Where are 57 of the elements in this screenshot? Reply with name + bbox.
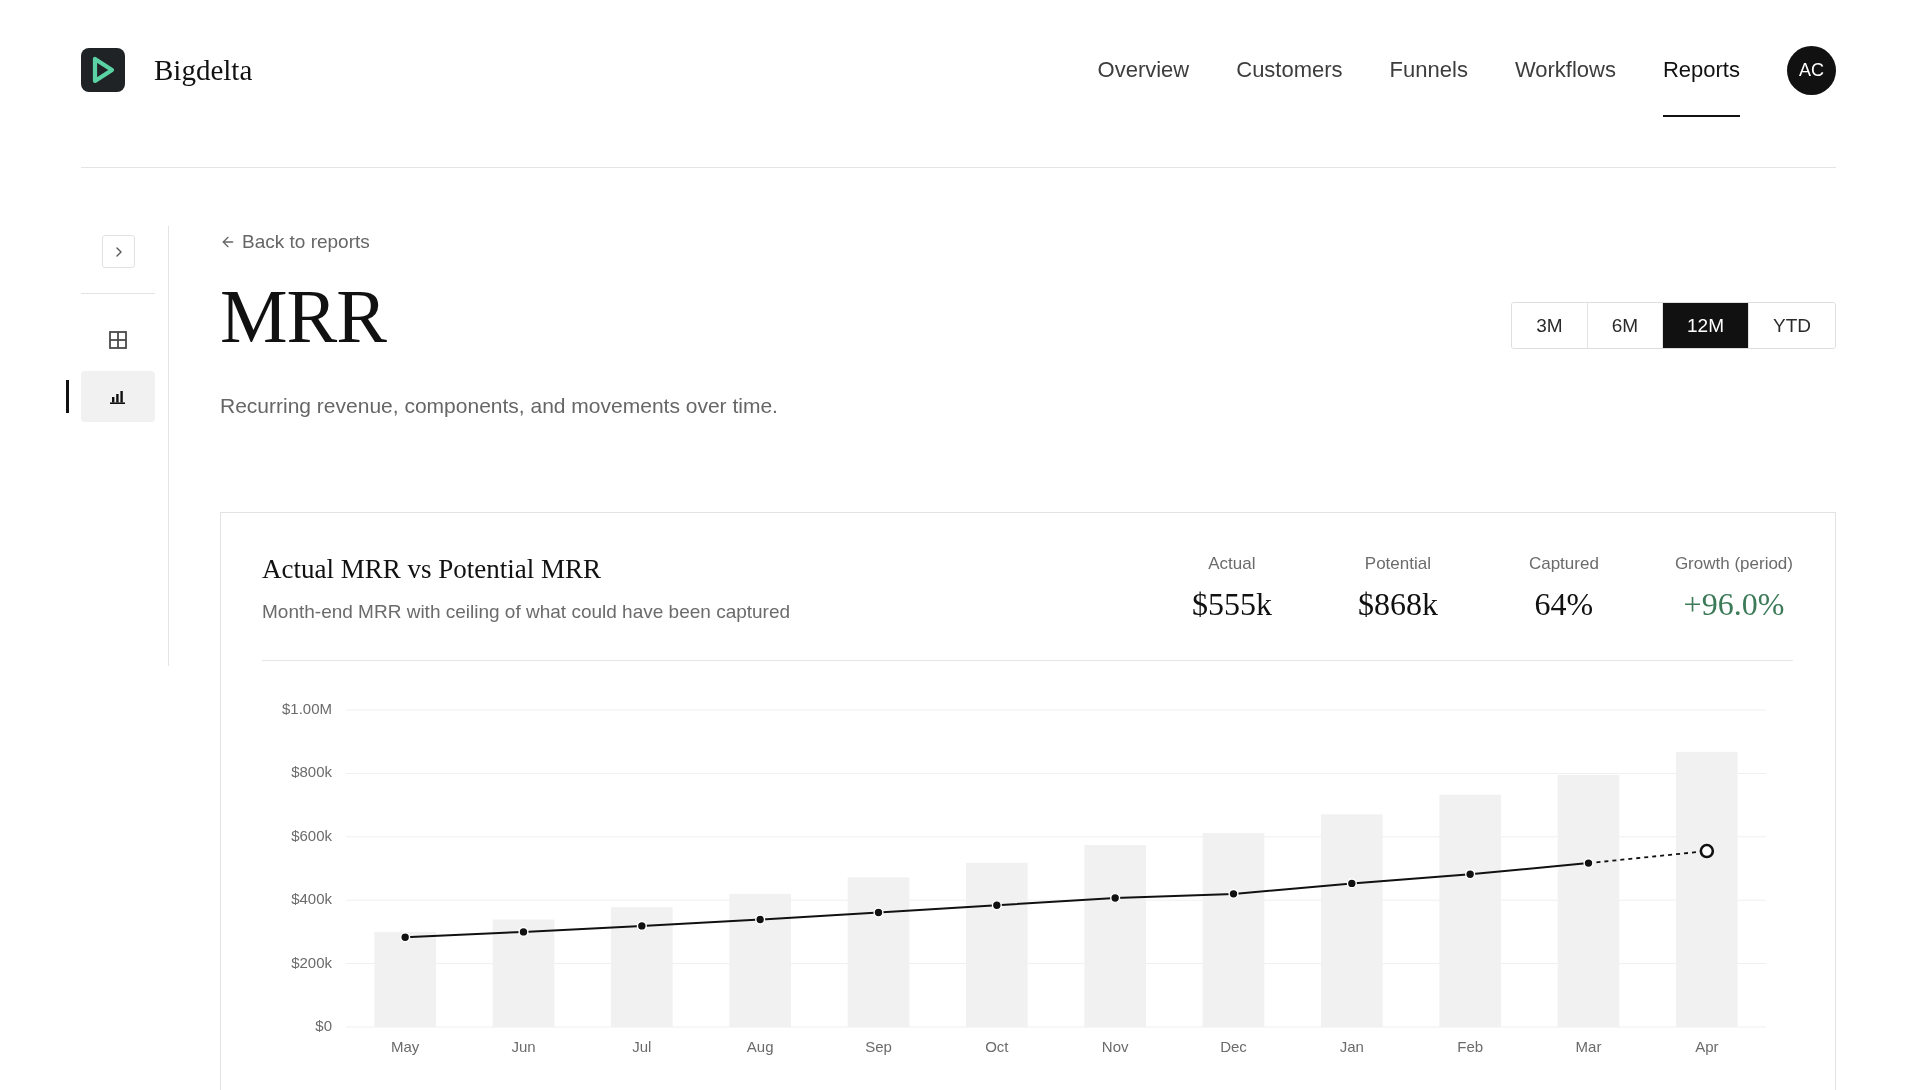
stat-label: Captured bbox=[1528, 553, 1599, 575]
brand-name: Bigdelta bbox=[154, 53, 253, 88]
y-axis-label: $1.00M bbox=[281, 699, 332, 717]
stat-value: +96.0% bbox=[1683, 586, 1785, 622]
chart-point bbox=[400, 932, 411, 943]
y-axis-label: $0 bbox=[315, 1016, 332, 1034]
card-subtitle: Month-end MRR with ceiling of what could have been captured bbox=[262, 600, 791, 624]
chart-point bbox=[991, 900, 1002, 911]
chart-point bbox=[518, 926, 529, 937]
chart-point bbox=[1465, 869, 1476, 880]
stat-label: Actual bbox=[1208, 553, 1256, 575]
chart-point bbox=[1583, 858, 1594, 869]
x-axis-label: Nov bbox=[1101, 1037, 1129, 1055]
x-axis-label: Oct bbox=[985, 1037, 1009, 1055]
sidebar-item[interactable] bbox=[80, 371, 155, 422]
range-button[interactable]: YTD bbox=[1748, 303, 1835, 348]
y-axis-label: $400k bbox=[291, 890, 332, 908]
nav-tab[interactable]: Customers bbox=[1236, 46, 1343, 117]
x-axis-label: Jan bbox=[1339, 1037, 1364, 1055]
x-axis-label: Apr bbox=[1695, 1037, 1719, 1055]
hollow-point bbox=[1699, 843, 1715, 859]
grid-icon bbox=[109, 330, 127, 349]
page-subtitle: Recurring revenue, components, and movements over time. bbox=[220, 393, 778, 419]
x-axis-label: Jul bbox=[632, 1037, 652, 1055]
logo-icon bbox=[81, 48, 125, 92]
stat-value: $555k bbox=[1191, 586, 1272, 622]
active-indicator bbox=[66, 380, 69, 413]
back-link[interactable]: Back to reports bbox=[220, 231, 370, 253]
x-axis-label: Mar bbox=[1575, 1037, 1602, 1055]
chart-point bbox=[873, 907, 884, 918]
nav-tab[interactable]: Workflows bbox=[1514, 46, 1616, 117]
stat-label: Potential bbox=[1364, 553, 1431, 575]
nav-tab[interactable]: Funnels bbox=[1389, 46, 1468, 117]
bar-chart-icon bbox=[110, 389, 126, 404]
chart-point bbox=[1110, 892, 1121, 904]
chart-point bbox=[1228, 888, 1239, 899]
chart-point bbox=[636, 920, 647, 931]
nav-tab[interactable]: Overview bbox=[1097, 46, 1190, 117]
nav-tab[interactable]: Reports bbox=[1662, 46, 1740, 117]
x-axis-label: Aug bbox=[746, 1037, 774, 1055]
page-title: MRR bbox=[220, 276, 386, 356]
stat-value: $868k bbox=[1357, 586, 1438, 622]
avatar[interactable]: AC bbox=[1787, 46, 1836, 95]
x-axis-label: Dec bbox=[1220, 1037, 1247, 1055]
x-axis-label: Jun bbox=[511, 1037, 536, 1055]
x-axis-label: Sep bbox=[865, 1037, 892, 1055]
stat-label: Growth (period) bbox=[1674, 553, 1793, 575]
x-axis-label: May bbox=[391, 1037, 420, 1055]
y-axis-label: $600k bbox=[291, 826, 332, 844]
chart-point bbox=[755, 914, 766, 925]
y-axis-label: $800k bbox=[291, 763, 332, 781]
x-axis-label: Feb bbox=[1457, 1037, 1484, 1055]
card-title: Actual MRR vs Potential MRR bbox=[262, 553, 602, 585]
range-button[interactable]: 12M bbox=[1662, 303, 1748, 348]
chart-point bbox=[1346, 878, 1357, 889]
y-axis-label: $200k bbox=[291, 953, 332, 971]
stat-value: 64% bbox=[1534, 586, 1594, 622]
